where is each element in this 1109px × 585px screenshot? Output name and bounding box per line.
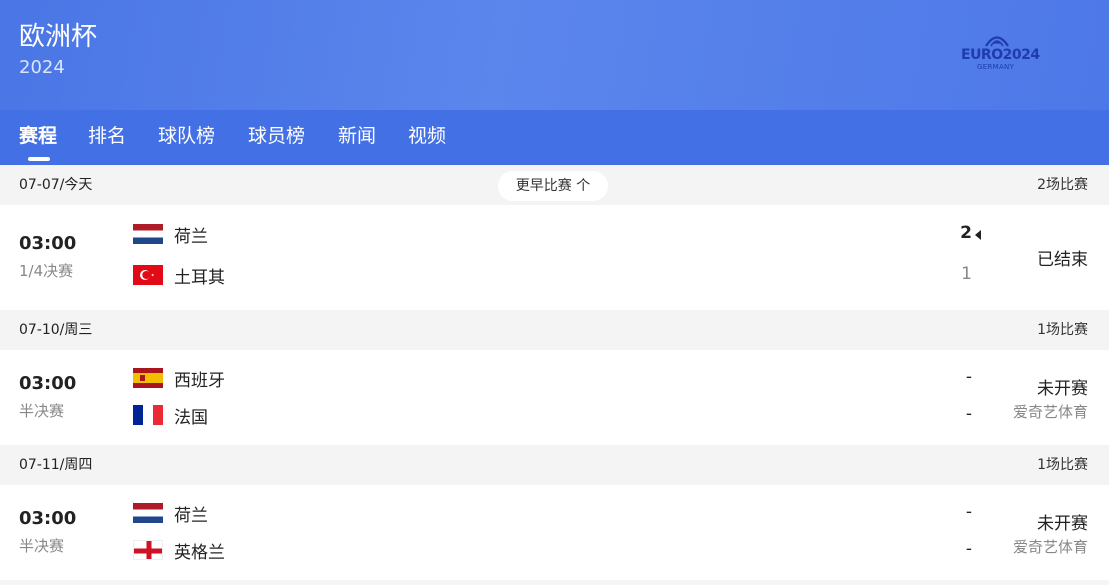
tab-videos[interactable]: 视频	[408, 110, 446, 165]
tab-label: 赛程	[19, 125, 58, 147]
broadcaster-link[interactable]: 爱奇艺体育	[1013, 536, 1088, 557]
away-score: 1	[961, 264, 972, 284]
tab-player-rankings[interactable]: 球员榜	[248, 110, 305, 165]
match-date: 07-10/周三	[19, 322, 93, 338]
date-header: 07-07/今天 更早比赛 个 2场比赛	[0, 165, 1109, 205]
match-count: 1场比赛	[1037, 457, 1088, 473]
tab-label: 球队榜	[158, 125, 216, 147]
match-date: 07-11/周四	[19, 457, 93, 473]
team-name: 土耳其	[174, 267, 225, 288]
team-name: 英格兰	[174, 542, 225, 563]
netherlands-flag-icon	[133, 224, 163, 244]
logo-brand-text: EURO2024	[961, 47, 1040, 63]
away-score: -	[965, 404, 972, 424]
home-team: 西班牙	[133, 367, 225, 391]
away-score: -	[965, 539, 972, 559]
tab-label: 排名	[88, 125, 127, 147]
euro-2024-logo: EURO2024 GERMANY	[955, 30, 1045, 76]
match-stage: 半决赛	[19, 537, 65, 555]
england-flag-icon	[133, 540, 163, 560]
match-status: 未开赛	[1037, 514, 1088, 534]
uefa-emblem-icon	[985, 36, 1009, 47]
away-team: 土耳其	[133, 264, 225, 288]
netherlands-flag-icon	[133, 503, 163, 523]
match-stage: 1/4决赛	[19, 262, 74, 280]
earlier-matches-button[interactable]: 更早比赛 个	[498, 171, 608, 201]
section-tabs: 赛程 排名 球队榜 球员榜 新闻 视频	[0, 110, 1109, 165]
away-team: 英格兰	[133, 539, 225, 563]
match-stage: 半决赛	[19, 402, 65, 420]
spain-flag-icon	[133, 368, 163, 388]
tab-team-rankings[interactable]: 球队榜	[158, 110, 215, 165]
date-header: 07-10/周三 1场比赛	[0, 310, 1109, 350]
away-team: 法国	[133, 404, 208, 428]
home-score: -	[965, 367, 972, 387]
kickoff-time: 03:00	[19, 233, 77, 254]
match-count: 2场比赛	[1037, 177, 1088, 193]
broadcaster-link[interactable]: 爱奇艺体育	[1013, 401, 1088, 422]
active-tab-indicator	[28, 157, 50, 161]
season-year: 2024	[19, 57, 65, 78]
tab-standings[interactable]: 排名	[88, 110, 126, 165]
team-name: 法国	[174, 407, 208, 428]
home-team: 荷兰	[133, 223, 208, 247]
logo-host-text: GERMANY	[977, 63, 1015, 71]
match-status: 未开赛	[1037, 379, 1088, 399]
kickoff-time: 03:00	[19, 508, 77, 529]
team-name: 荷兰	[174, 505, 208, 526]
tab-news[interactable]: 新闻	[338, 110, 376, 165]
match-row[interactable]: 03:00 1/4决赛 荷兰 土耳其 2 1 已结束	[0, 205, 1109, 310]
page-title: 欧洲杯	[19, 22, 98, 52]
match-row[interactable]: 03:00 半决赛 荷兰 英格兰 - - 未开赛 爱奇艺体育	[0, 485, 1109, 580]
winner-arrow-icon	[975, 230, 981, 240]
date-header: 07-11/周四 1场比赛	[0, 445, 1109, 485]
tab-label: 新闻	[338, 125, 377, 147]
match-row[interactable]: 03:00 半决赛 西班牙 法国 - - 未开赛 爱奇艺体育	[0, 350, 1109, 445]
home-team: 荷兰	[133, 502, 208, 526]
match-count: 1场比赛	[1037, 322, 1088, 338]
tab-label: 球员榜	[248, 125, 306, 147]
tab-schedule[interactable]: 赛程	[19, 110, 57, 165]
france-flag-icon	[133, 405, 163, 425]
team-name: 西班牙	[174, 370, 225, 391]
kickoff-time: 03:00	[19, 373, 77, 394]
team-name: 荷兰	[174, 226, 208, 247]
competition-header: 欧洲杯 2024 EURO2024 GERMANY	[0, 0, 1109, 110]
turkey-flag-icon	[133, 265, 163, 285]
home-score: -	[965, 502, 972, 522]
home-score: 2	[960, 223, 972, 243]
match-status: 已结束	[1037, 250, 1088, 270]
match-date: 07-07/今天	[19, 177, 93, 193]
tab-label: 视频	[408, 125, 447, 147]
